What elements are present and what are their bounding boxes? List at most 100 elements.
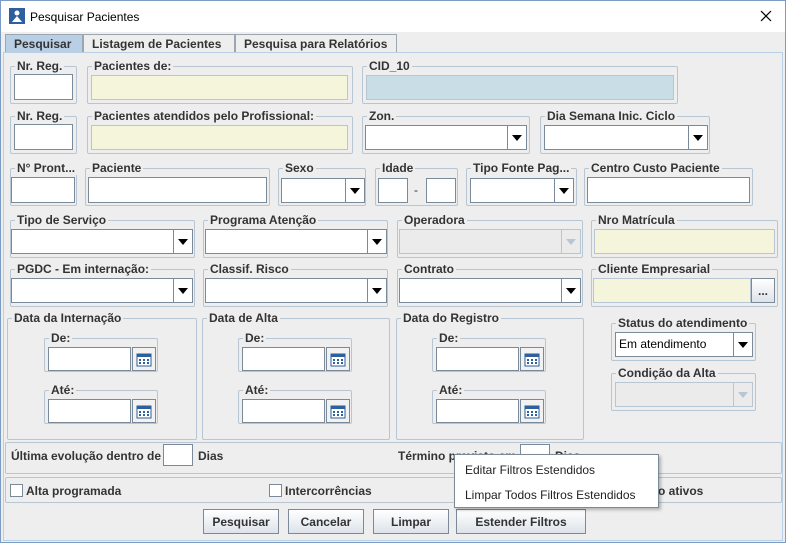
label-pacientes-de: Pacientes de: (92, 59, 174, 73)
chevron-down-icon[interactable] (507, 126, 526, 149)
idade-max-input[interactable] (426, 178, 456, 203)
window: Pesquisar Pacientes Pesquisar Listagem d… (0, 0, 786, 543)
menu-item-limpar-filtros[interactable]: Limpar Todos Filtros Estendidos (465, 488, 636, 502)
label-data-alta: Data de Alta (207, 311, 280, 325)
chevron-down-icon[interactable] (688, 126, 707, 149)
label-ativos: o ativos (658, 484, 704, 498)
chevron-down-icon[interactable] (733, 333, 752, 356)
label-contrato: Contrato (402, 262, 456, 276)
intercorrencias-checkbox[interactable] (269, 484, 282, 497)
alta-ate-input[interactable] (242, 399, 325, 423)
label-sexo: Sexo (283, 161, 316, 175)
chevron-down-icon[interactable] (345, 179, 364, 202)
menu-item-editar-filtros[interactable]: Editar Filtros Estendidos (465, 463, 595, 477)
label-internacao-de: De: (49, 331, 73, 345)
label-dia-semana: Dia Semana Inic. Ciclo (545, 109, 678, 123)
chevron-down-icon[interactable] (367, 279, 386, 302)
pesquisar-button[interactable]: Pesquisar (203, 509, 279, 534)
label-atendidos-profissional: Pacientes atendidos pelo Profissional: (92, 109, 317, 123)
label-registro-ate: Até: (437, 383, 465, 397)
label-cid10: CID_10 (367, 59, 412, 73)
status-atendimento-select[interactable]: Em atendimento (615, 332, 753, 357)
internacao-de-input[interactable] (48, 347, 131, 371)
contrato-select[interactable] (399, 278, 581, 303)
atendidos-profissional-field (91, 125, 348, 150)
cancelar-button[interactable]: Cancelar (288, 509, 364, 534)
title-bar: Pesquisar Pacientes (1, 1, 785, 32)
chevron-down-icon[interactable] (173, 230, 192, 253)
label-operadora: Operadora (402, 213, 467, 227)
label-n-pront: N° Pront... (15, 161, 78, 175)
calendar-icon[interactable] (326, 399, 350, 423)
label-dias: Dias (198, 449, 224, 463)
chevron-down-icon[interactable] (561, 279, 580, 302)
label-data-internacao: Data da Internação (12, 311, 124, 325)
nr-reg-input-1[interactable] (14, 74, 73, 100)
chevron-down-icon[interactable] (173, 279, 192, 302)
chevron-down-icon[interactable] (554, 179, 573, 202)
label-nr-reg-1: Nr. Reg. (15, 59, 65, 73)
chevron-down-icon (733, 383, 752, 406)
classif-risco-select[interactable] (205, 278, 387, 303)
estender-filtros-menu: Editar Filtros Estendidos Limpar Todos F… (454, 454, 659, 508)
calendar-icon[interactable] (132, 399, 156, 423)
alta-de-input[interactable] (242, 347, 325, 371)
label-paciente: Paciente (90, 161, 144, 175)
calendar-icon[interactable] (326, 347, 350, 371)
label-pgdc: PGDC - Em internação: (15, 262, 152, 276)
label-condicao-alta: Condição da Alta (616, 366, 718, 380)
calendar-icon[interactable] (520, 347, 544, 371)
pgdc-select[interactable] (11, 278, 193, 303)
registro-de-input[interactable] (436, 347, 519, 371)
programa-atencao-select[interactable] (205, 229, 387, 254)
tab-pesquisa-relatorios[interactable]: Pesquisa para Relatórios (235, 34, 397, 53)
nro-matricula-field (594, 229, 775, 254)
internacao-ate-input[interactable] (48, 399, 131, 423)
label-tipo-fonte: Tipo Fonte Pag... (471, 161, 572, 175)
label-intercorrencias: Intercorrências (285, 484, 372, 498)
pacientes-de-field (91, 75, 348, 100)
dia-semana-select[interactable] (544, 125, 708, 150)
operadora-select (399, 229, 581, 254)
label-ultima-evolucao: Última evolução dentro de (11, 449, 162, 463)
close-icon (760, 10, 772, 22)
centro-custo-input[interactable] (587, 177, 750, 203)
close-button[interactable] (753, 5, 779, 27)
tab-pesquisar[interactable]: Pesquisar (5, 34, 83, 53)
label-alta-de: De: (243, 331, 267, 345)
label-tipo-servico: Tipo de Serviço (15, 213, 109, 227)
paciente-input[interactable] (88, 177, 267, 203)
label-centro-custo: Centro Custo Paciente (589, 161, 722, 175)
label-cliente-empresarial: Cliente Empresarial (596, 262, 713, 276)
tipo-servico-select[interactable] (11, 229, 193, 254)
ultima-evolucao-input[interactable] (163, 444, 193, 466)
label-zon: Zon. (367, 109, 397, 123)
tipo-fonte-select[interactable] (470, 178, 574, 203)
zon-select[interactable] (365, 125, 527, 150)
alta-programada-checkbox[interactable] (10, 484, 23, 497)
tab-listagem-pacientes[interactable]: Listagem de Pacientes (83, 34, 235, 53)
limpar-button[interactable]: Limpar (373, 509, 449, 534)
label-nro-matricula: Nro Matrícula (596, 213, 677, 227)
label-classif-risco: Classif. Risco (208, 262, 291, 276)
nr-reg-input-2[interactable] (14, 124, 73, 150)
window-title: Pesquisar Pacientes (30, 10, 140, 24)
condicao-alta-select (615, 382, 753, 407)
n-pront-input[interactable] (11, 177, 75, 203)
chevron-down-icon[interactable] (367, 230, 386, 253)
calendar-icon[interactable] (520, 399, 544, 423)
label-nr-reg-2: Nr. Reg. (15, 109, 65, 123)
cid10-field (366, 75, 674, 100)
label-internacao-ate: Até: (49, 383, 77, 397)
cliente-empresarial-browse-button[interactable]: ... (751, 278, 775, 303)
app-icon (9, 8, 25, 24)
sexo-select[interactable] (281, 178, 365, 203)
label-idade: Idade (380, 161, 416, 175)
label-data-registro: Data do Registro (401, 311, 502, 325)
estender-filtros-button[interactable]: Estender Filtros (456, 509, 586, 534)
calendar-icon[interactable] (132, 347, 156, 371)
registro-ate-input[interactable] (436, 399, 519, 423)
cliente-empresarial-field (593, 278, 751, 303)
idade-min-input[interactable] (378, 178, 408, 203)
label-registro-de: De: (437, 331, 461, 345)
